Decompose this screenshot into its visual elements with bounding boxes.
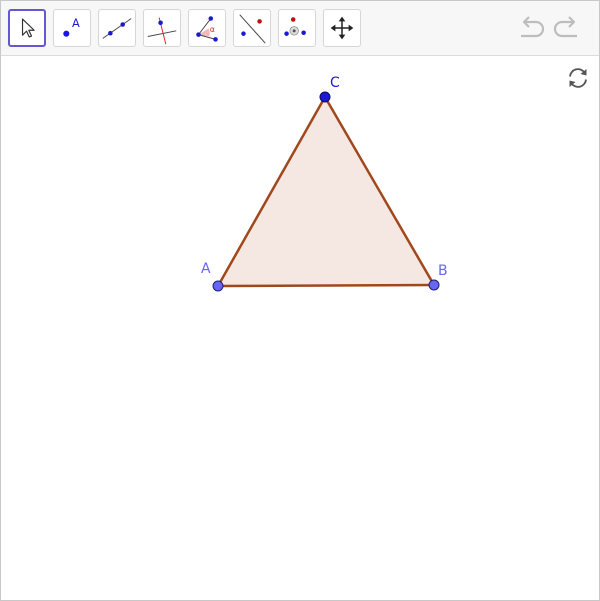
- point-tool-glyph: A: [72, 16, 80, 30]
- cursor-arrow-icon: [21, 18, 35, 38]
- triangle-polygon[interactable]: [218, 97, 434, 286]
- point-icon: A: [63, 16, 80, 37]
- undo-icon: [521, 16, 545, 38]
- move-arrows-icon: [330, 16, 354, 40]
- angle-icon: α: [196, 16, 218, 42]
- point-c-label: C: [330, 75, 340, 91]
- point-c[interactable]: [319, 91, 331, 103]
- angle-tool-button[interactable]: α: [188, 9, 226, 47]
- line-tool-button[interactable]: [98, 9, 136, 47]
- toolbar: A α: [1, 1, 599, 56]
- point-a[interactable]: [212, 280, 224, 292]
- reflect-about-line-icon: [239, 14, 266, 44]
- move-tool-button[interactable]: [8, 9, 46, 47]
- special-points-icon: [284, 17, 306, 36]
- point-b[interactable]: [428, 279, 440, 291]
- undo-button[interactable]: [515, 14, 547, 42]
- perpendicular-line-tool-button[interactable]: [143, 9, 181, 47]
- perpendicular-line-icon: [147, 17, 177, 45]
- angle-tool-glyph: α: [210, 25, 215, 34]
- point-a-label: A: [201, 261, 211, 277]
- applet-frame: A α A B C: [0, 0, 600, 601]
- redo-button[interactable]: [551, 14, 583, 42]
- reflect-tool-button[interactable]: [233, 9, 271, 47]
- move-graphics-view-tool-button[interactable]: [323, 9, 361, 47]
- graphics-view[interactable]: A B C: [1, 56, 599, 600]
- point-tool-button[interactable]: A: [53, 9, 91, 47]
- line-through-points-icon: [102, 18, 132, 39]
- special-points-tool-button[interactable]: [278, 9, 316, 47]
- point-b-label: B: [438, 263, 448, 279]
- segment-ab[interactable]: [217, 283, 435, 288]
- redo-icon: [553, 16, 577, 38]
